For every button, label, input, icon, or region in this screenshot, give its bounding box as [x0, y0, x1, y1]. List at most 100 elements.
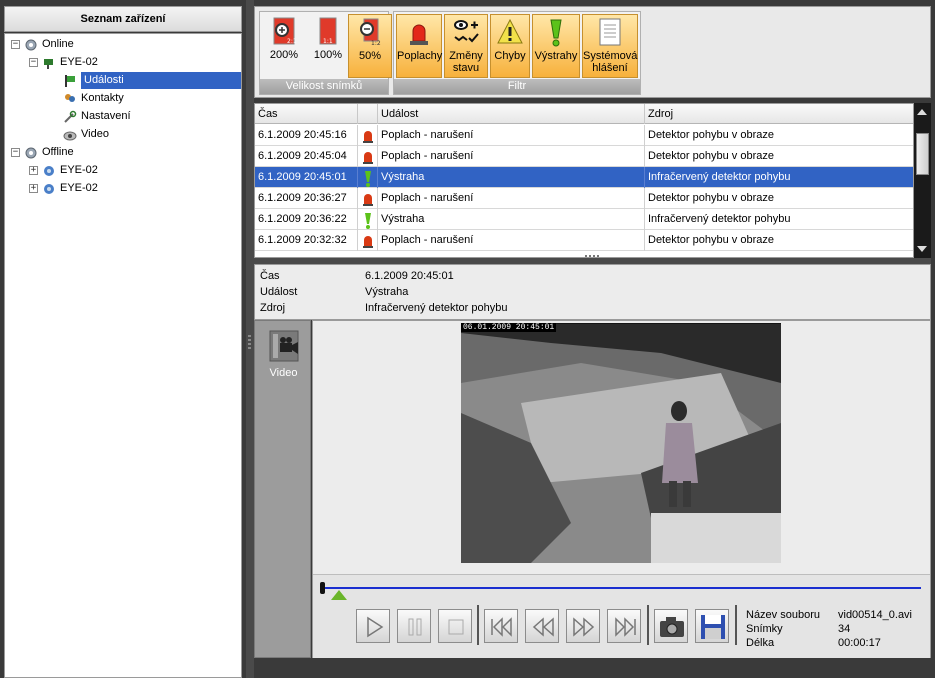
video-tab-button[interactable]: Video: [257, 323, 310, 383]
controls-separator: [647, 605, 649, 645]
rewind-button[interactable]: [525, 609, 559, 643]
cell-source: Detektor pohybu v obraze: [648, 150, 774, 162]
filter-system-messages-label: Systémová hlášení: [583, 50, 638, 74]
zoom-100-button[interactable]: 1:1 100%: [306, 14, 350, 78]
video-frame: 06.01.2009 20:45:01: [461, 323, 781, 563]
cell-event: Poplach - narušení: [378, 125, 645, 146]
cell-source: Infračervený detektor pohybu: [648, 171, 791, 183]
zoom-200-badge: 2:1: [287, 38, 297, 45]
cell-time: 6.1.2009 20:36:27: [255, 188, 358, 209]
scroll-up-icon[interactable]: [917, 109, 927, 115]
zoom-200-button[interactable]: 2:1 200%: [262, 14, 306, 78]
collapse-toggle-icon[interactable]: −: [11, 40, 20, 49]
column-header-source[interactable]: Zdroj: [645, 104, 913, 124]
table-row[interactable]: 6.1.2009 20:36:27 Poplach - narušení Detek…: [255, 188, 913, 209]
filter-state-changes-button[interactable]: Změny stavu: [444, 14, 488, 78]
timeline-start-marker[interactable]: [320, 582, 325, 594]
save-button[interactable]: [695, 609, 729, 643]
tree-node-offline-device[interactable]: + EYE-02: [29, 180, 98, 197]
tree-node-online-device[interactable]: − EYE-02: [29, 54, 98, 71]
cell-time: 6.1.2009 20:36:22: [255, 209, 358, 230]
timeline-track[interactable]: [321, 587, 921, 589]
table-row[interactable]: 6.1.2009 20:45:04 Poplach - narušení Detek…: [255, 146, 913, 167]
detail-source-value: Infračervený detektor pohybu: [365, 302, 508, 314]
expand-toggle-icon[interactable]: +: [29, 166, 38, 175]
collapse-toggle-icon[interactable]: −: [29, 58, 38, 67]
cell-source: Detektor pohybu v obraze: [648, 192, 774, 204]
column-header-event[interactable]: Událost: [378, 104, 645, 124]
controls-separator: [735, 605, 737, 645]
cell-type-icon: [358, 188, 378, 209]
frames-value: 34: [838, 623, 851, 635]
table-row[interactable]: 6.1.2009 20:32:32 Poplach - narušení Detek…: [255, 230, 913, 251]
tree-item-kontakty[interactable]: Kontakty: [63, 90, 124, 107]
zoom-50-button[interactable]: 1:2 50%: [348, 14, 392, 78]
play-icon: [367, 616, 384, 638]
tree-label-device: EYE-02: [60, 164, 98, 176]
stop-icon: [448, 619, 464, 635]
tree-label-offline: Offline: [42, 146, 74, 158]
pause-icon: [408, 618, 422, 636]
filter-warnings-button[interactable]: Výstrahy: [532, 14, 580, 78]
playhead-marker-icon[interactable]: [331, 590, 347, 600]
alarm-siren-icon: [405, 17, 433, 47]
fast-forward-button[interactable]: [566, 609, 600, 643]
cell-time: 6.1.2009 20:45:04: [255, 146, 358, 167]
skip-to-end-button[interactable]: [607, 609, 641, 643]
table-row[interactable]: 6.1.2009 20:45:01 Výstraha Infračervený de…: [255, 167, 913, 188]
cell-time: 6.1.2009 20:45:16: [255, 125, 358, 146]
zoom-50-label: 50%: [358, 50, 382, 62]
filter-errors-button[interactable]: Chyby: [490, 14, 530, 78]
scrollbar-thumb[interactable]: [916, 133, 929, 175]
tree-item-nastaveni[interactable]: Nastavení: [63, 108, 131, 125]
play-button[interactable]: [356, 609, 390, 643]
tree-node-offline-device[interactable]: + EYE-02: [29, 162, 98, 179]
filter-alarms-button[interactable]: Poplachy: [396, 14, 442, 78]
column-header-icon[interactable]: [358, 104, 378, 124]
snapshot-size-group: 2:1 200% 1:1 100% 1:2 50% Velikost snímk…: [259, 11, 392, 95]
detail-event-value: Výstraha: [365, 286, 409, 298]
file-name-label: Název souboru: [746, 609, 820, 621]
cell-time: 6.1.2009 20:32:32: [255, 230, 358, 251]
tree-label-online: Online: [42, 38, 74, 50]
zoom-200-label: 200%: [269, 49, 299, 61]
tree-node-offline[interactable]: − Offline: [11, 144, 74, 161]
video-camera-icon: [268, 329, 300, 363]
table-header: Čas Událost Zdroj: [255, 104, 913, 124]
collapse-toggle-icon[interactable]: −: [11, 148, 20, 157]
filter-system-messages-button[interactable]: Systémová hlášení: [582, 14, 638, 78]
stop-button[interactable]: [438, 609, 472, 643]
offline-device-icon: [42, 164, 56, 178]
zoom-200-icon: 2:1: [270, 16, 298, 46]
zoom-50-badge: 1:2: [371, 40, 381, 47]
scroll-down-icon[interactable]: [917, 246, 927, 252]
playback-controls: Název souboru vid00514_0.avi Snímky 34 D…: [313, 574, 930, 658]
detail-time-value: 6.1.2009 20:45:01: [365, 270, 454, 282]
alarm-siren-icon: [363, 194, 373, 206]
snapshot-size-label: Velikost snímků: [260, 79, 388, 94]
cell-time: 6.1.2009 20:45:01: [255, 167, 358, 188]
toolbar: 2:1 200% 1:1 100% 1:2 50% Velikost snímk…: [254, 6, 931, 98]
fast-forward-icon: [573, 617, 595, 637]
cell-event: Výstraha: [378, 209, 645, 230]
tree-node-online[interactable]: − Online: [11, 36, 74, 53]
splitter-grip-icon[interactable]: [248, 335, 251, 349]
vertical-splitter[interactable]: [246, 0, 254, 678]
skip-end-icon: [615, 617, 636, 637]
cell-type-icon: [358, 125, 378, 146]
table-row[interactable]: 6.1.2009 20:45:16 Poplach - narušení Detek…: [255, 125, 913, 146]
device-list-panel: Seznam zařízení − Online − EYE-02 Událos…: [0, 0, 246, 678]
file-name-value: vid00514_0.avi: [838, 609, 913, 621]
expand-toggle-icon[interactable]: +: [29, 184, 38, 193]
column-header-time[interactable]: Čas: [255, 104, 358, 124]
tree-item-udalosti[interactable]: Události: [63, 72, 241, 89]
event-details: Čas 6.1.2009 20:45:01 Událost Výstraha Z…: [254, 264, 931, 320]
table-scrollbar[interactable]: [914, 103, 931, 258]
tree-item-video[interactable]: Video: [63, 126, 109, 143]
pause-button[interactable]: [397, 609, 431, 643]
snapshot-button[interactable]: [654, 609, 688, 643]
skip-to-start-button[interactable]: [484, 609, 518, 643]
cell-event: Poplach - narušení: [378, 188, 645, 209]
tree-label-nastaveni: Nastavení: [81, 110, 131, 122]
table-row[interactable]: 6.1.2009 20:36:22 Výstraha Infračervený de…: [255, 209, 913, 230]
